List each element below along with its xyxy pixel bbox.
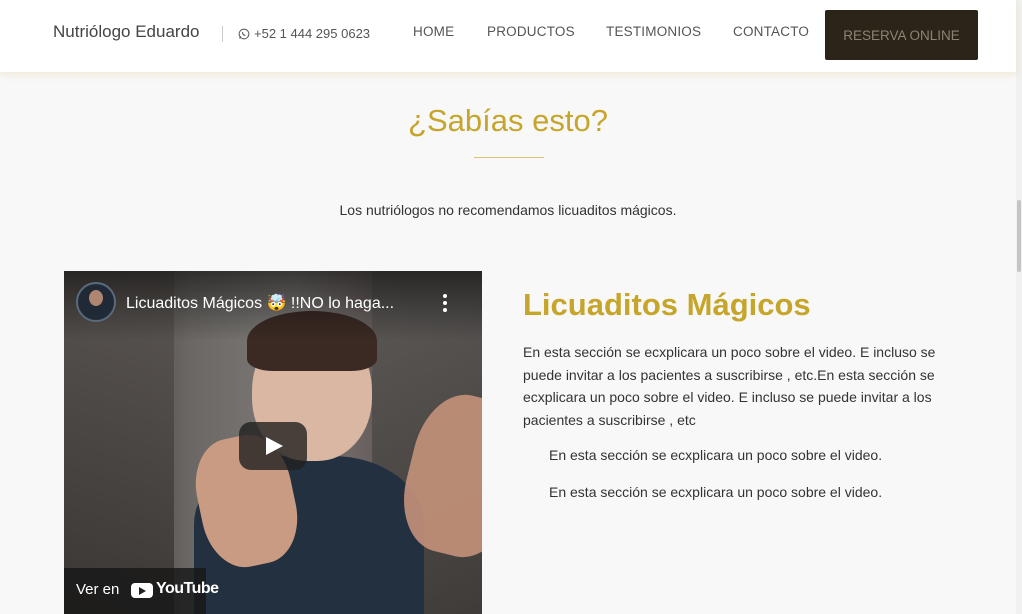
nav-contacto[interactable]: CONTACTO [733,24,809,39]
watch-on-youtube-button[interactable]: Ver en YouTube [64,568,219,614]
site-header: Nutriólogo Eduardo +52 1 444 295 0623 HO… [0,0,1016,72]
scrollbar-thumb[interactable] [1017,200,1021,272]
whatsapp-icon [238,28,250,39]
content-paragraph: En esta sección se ecxplicara un poco so… [523,344,936,428]
channel-avatar[interactable] [76,282,116,322]
reserva-online-button[interactable]: RESERVA ONLINE [825,10,978,60]
header-divider [222,26,223,42]
watch-on-label: Ver en [76,581,120,598]
phone-contact[interactable]: +52 1 444 295 0623 [238,26,370,41]
page-scrollbar[interactable] [1016,0,1022,614]
youtube-video-embed[interactable]: Licuaditos Mágicos 🤯 !!NO lo haga... Ver… [64,271,482,614]
nav-home[interactable]: HOME [413,24,454,39]
brand-name[interactable]: Nutriólogo Eduardo [53,22,199,42]
content-line: En esta sección se ecxplicara un poco so… [549,484,883,500]
phone-number: +52 1 444 295 0623 [254,26,371,41]
section-intro: Los nutriólogos no recomendamos licuadit… [339,202,677,218]
more-options-icon[interactable] [440,293,450,313]
content-line: En esta sección se ecxplicara un poco so… [549,447,883,463]
nav-productos[interactable]: PRODUCTOS [487,24,575,39]
title-underline [474,157,544,158]
youtube-wordmark: YouTube [156,580,219,597]
youtube-logo-icon [131,583,153,598]
section-title: ¿Sabías esto? [408,103,608,138]
video-title[interactable]: Licuaditos Mágicos 🤯 !!NO lo haga... [126,293,394,313]
nav-testimonios[interactable]: TESTIMONIOS [606,24,701,39]
play-icon[interactable] [239,422,307,470]
content-title: Licuaditos Mágicos [523,287,811,322]
